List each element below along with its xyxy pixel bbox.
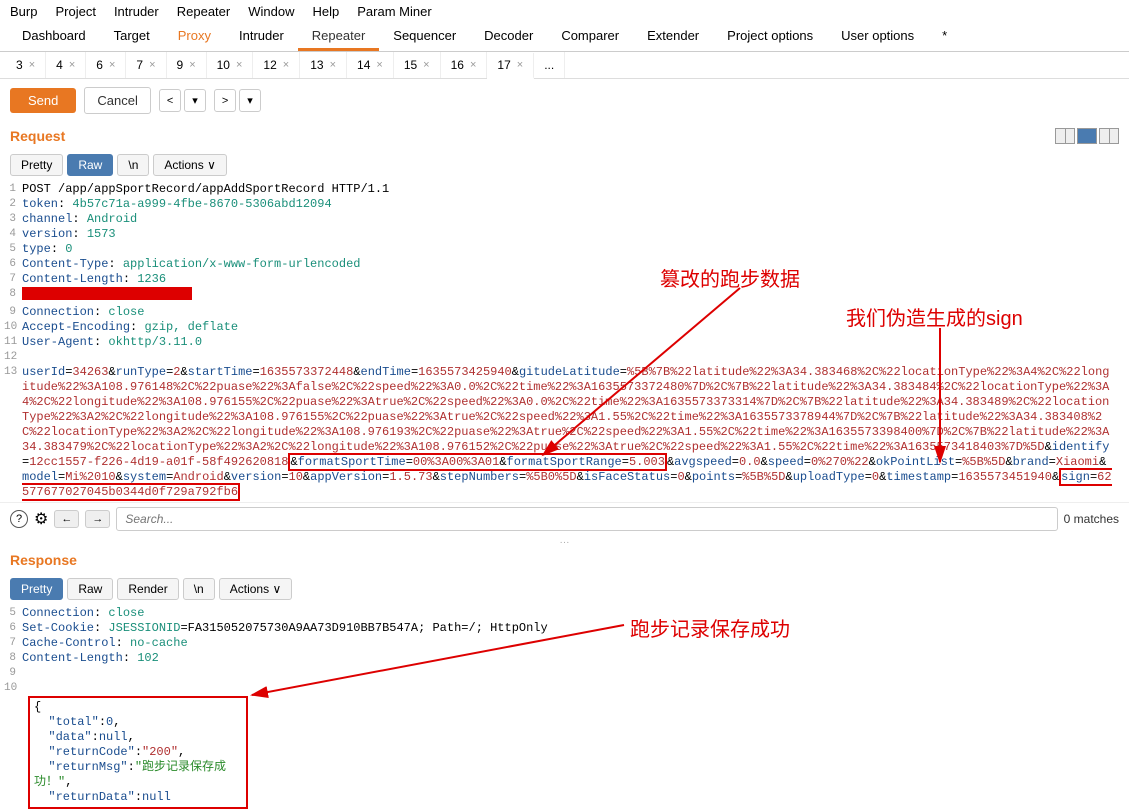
layout-columns[interactable] [1055, 128, 1075, 144]
menu-repeater[interactable]: Repeater [177, 4, 230, 19]
layout-combined[interactable] [1099, 128, 1119, 144]
close-icon[interactable]: × [236, 59, 242, 71]
repeater-toolbar: Send Cancel < ▾ > ▾ [0, 79, 1129, 122]
close-icon[interactable]: × [29, 59, 35, 71]
close-icon[interactable]: × [189, 59, 195, 71]
menu-project[interactable]: Project [55, 4, 95, 19]
response-render-button[interactable]: Render [117, 578, 178, 600]
search-matches: 0 matches [1064, 512, 1119, 526]
close-icon[interactable]: × [376, 59, 382, 71]
history-fwd-dropdown[interactable]: ▾ [239, 89, 261, 112]
close-icon[interactable]: × [109, 59, 115, 71]
response-raw-button[interactable]: Raw [67, 578, 113, 600]
close-icon[interactable]: × [517, 59, 523, 71]
response-editor[interactable]: 5Connection: close6Set-Cookie: JSESSIONI… [0, 604, 1129, 811]
response-title: Response [10, 552, 77, 568]
menu-intruder[interactable]: Intruder [114, 4, 159, 19]
request-editor[interactable]: 1POST /app/appSportRecord/appAddSportRec… [0, 180, 1129, 502]
repeater-tab-14[interactable]: 14× [347, 52, 394, 78]
repeater-tab-12[interactable]: 12× [253, 52, 300, 78]
repeater-tab-16[interactable]: 16× [441, 52, 488, 78]
request-editor-toolbar: Pretty Raw \n Actions ∨ [0, 150, 1129, 180]
tab-dashboard[interactable]: Dashboard [8, 23, 100, 51]
close-icon[interactable]: × [423, 59, 429, 71]
cancel-button[interactable]: Cancel [84, 87, 150, 114]
repeater-tab-7[interactable]: 7× [126, 52, 166, 78]
splitter-handle[interactable]: ··· [0, 535, 1129, 550]
response-json-body: { "total":0, "data":null, "returnCode":"… [28, 696, 248, 809]
send-button[interactable]: Send [10, 88, 76, 113]
repeater-tab-3[interactable]: 3× [6, 52, 46, 78]
repeater-tabs: 3×4×6×7×9×10×12×13×14×15×16×17×... [0, 52, 1129, 79]
close-icon[interactable]: × [283, 59, 289, 71]
response-actions-button[interactable]: Actions ∨ [219, 578, 293, 600]
tab-intruder[interactable]: Intruder [225, 23, 298, 51]
tab-project-options[interactable]: Project options [713, 23, 827, 51]
history-fwd-button[interactable]: > [214, 89, 236, 112]
repeater-tab-10[interactable]: 10× [207, 52, 254, 78]
repeater-tab-17[interactable]: 17× [487, 53, 534, 79]
menu-burp[interactable]: Burp [10, 4, 37, 19]
menu-help[interactable]: Help [312, 4, 339, 19]
tab-unsaved[interactable]: * [928, 23, 961, 51]
tab-extender[interactable]: Extender [633, 23, 713, 51]
response-editor-toolbar: Pretty Raw Render \n Actions ∨ [0, 574, 1129, 604]
tab-proxy[interactable]: Proxy [164, 23, 225, 51]
tab-sequencer[interactable]: Sequencer [379, 23, 470, 51]
menu-window[interactable]: Window [248, 4, 294, 19]
tab-overflow[interactable]: ... [534, 52, 565, 78]
help-icon[interactable]: ? [10, 510, 28, 528]
repeater-tab-15[interactable]: 15× [394, 52, 441, 78]
repeater-tab-6[interactable]: 6× [86, 52, 126, 78]
response-newline-button[interactable]: \n [183, 578, 215, 600]
tab-target[interactable]: Target [100, 23, 164, 51]
request-title: Request [10, 128, 65, 144]
layout-stacked[interactable] [1077, 128, 1097, 144]
search-prev-button[interactable]: ← [54, 510, 79, 528]
tab-user-options[interactable]: User options [827, 23, 928, 51]
tab-decoder[interactable]: Decoder [470, 23, 547, 51]
tab-repeater[interactable]: Repeater [298, 23, 379, 51]
repeater-tab-4[interactable]: 4× [46, 52, 86, 78]
search-next-button[interactable]: → [85, 510, 110, 528]
request-pretty-button[interactable]: Pretty [10, 154, 63, 176]
menu-param-miner[interactable]: Param Miner [357, 4, 431, 19]
tool-tabs: Dashboard Target Proxy Intruder Repeater… [0, 23, 1129, 52]
response-pretty-button[interactable]: Pretty [10, 578, 63, 600]
request-newline-button[interactable]: \n [117, 154, 149, 176]
close-icon[interactable]: × [69, 59, 75, 71]
request-raw-button[interactable]: Raw [67, 154, 113, 176]
history-back-dropdown[interactable]: ▾ [184, 89, 206, 112]
menubar: Burp Project Intruder Repeater Window He… [0, 0, 1129, 23]
close-icon[interactable]: × [330, 59, 336, 71]
repeater-tab-13[interactable]: 13× [300, 52, 347, 78]
close-icon[interactable]: × [149, 59, 155, 71]
search-input[interactable] [116, 507, 1057, 531]
chevron-down-icon: ∨ [272, 582, 281, 596]
chevron-down-icon: ∨ [207, 158, 216, 172]
response-header: Response [0, 550, 1129, 574]
view-layout-buttons [1055, 128, 1119, 144]
tab-comparer[interactable]: Comparer [547, 23, 633, 51]
request-actions-button[interactable]: Actions ∨ [153, 154, 227, 176]
history-back-button[interactable]: < [159, 89, 181, 112]
gear-icon[interactable]: ⚙ [34, 509, 48, 529]
repeater-tab-9[interactable]: 9× [167, 52, 207, 78]
request-header: Request [0, 122, 1129, 150]
close-icon[interactable]: × [470, 59, 476, 71]
request-search-bar: ? ⚙ ← → 0 matches [0, 502, 1129, 535]
